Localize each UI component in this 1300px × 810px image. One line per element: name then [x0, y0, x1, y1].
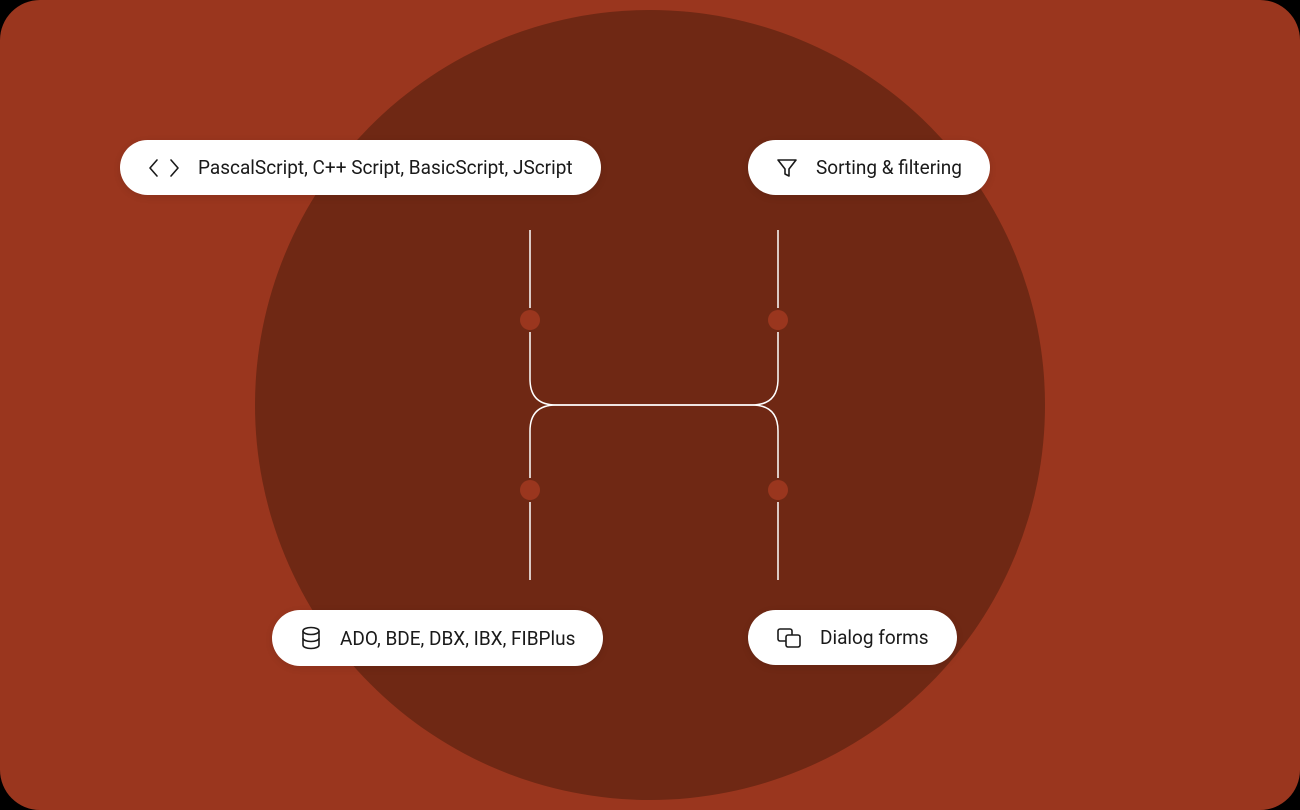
node-sorting-filtering-label: Sorting & filtering: [816, 156, 962, 179]
background-circle: [255, 10, 1045, 800]
database-icon: [300, 626, 322, 650]
node-scripts-label: PascalScript, C++ Script, BasicScript, J…: [198, 156, 573, 179]
code-icon: [148, 157, 180, 179]
node-sorting-filtering: Sorting & filtering: [748, 140, 990, 195]
node-dialog-forms-label: Dialog forms: [820, 626, 929, 649]
node-dialog-forms: Dialog forms: [748, 610, 957, 665]
node-database: ADO, BDE, DBX, IBX, FIBPlus: [272, 610, 603, 666]
filter-icon: [776, 157, 798, 179]
node-scripts: PascalScript, C++ Script, BasicScript, J…: [120, 140, 601, 195]
diagram-canvas: PascalScript, C++ Script, BasicScript, J…: [0, 0, 1300, 810]
dialog-icon: [776, 627, 802, 649]
node-database-label: ADO, BDE, DBX, IBX, FIBPlus: [340, 627, 575, 650]
